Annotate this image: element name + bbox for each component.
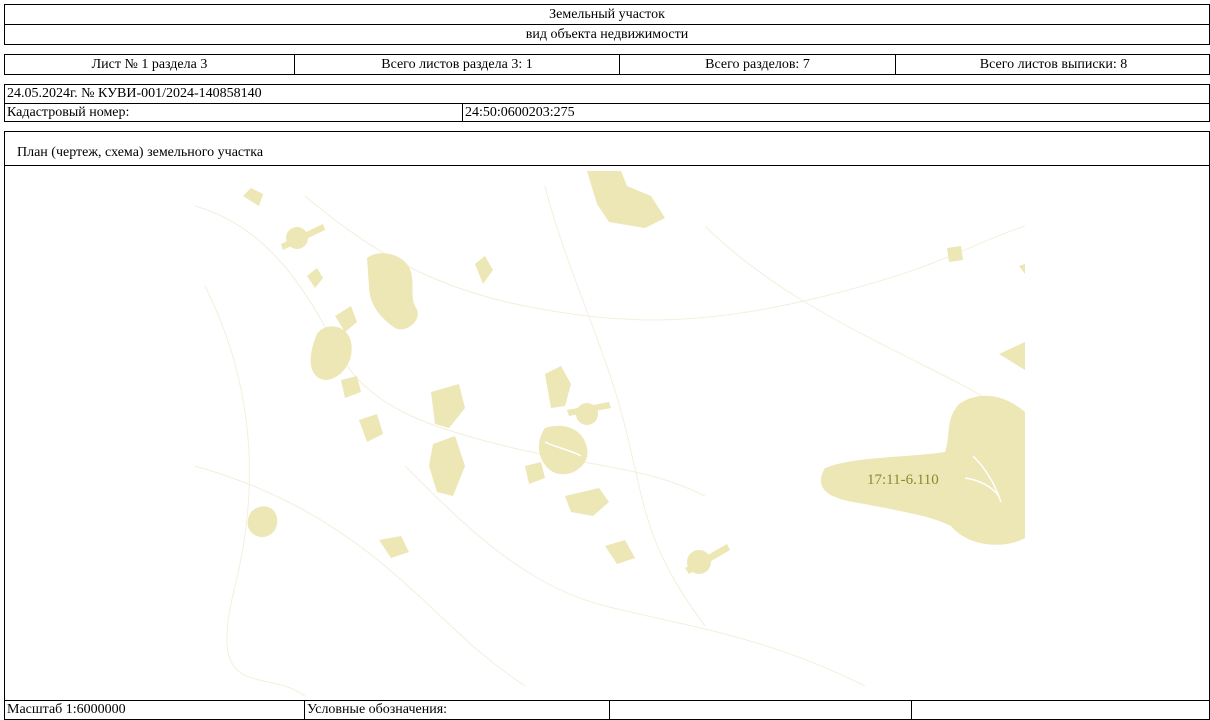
legend-cell-empty-2 <box>912 701 1210 719</box>
thin-lines <box>194 185 1026 697</box>
section-sheets-cell: Всего листов раздела 3: 1 <box>295 55 620 74</box>
plan-title: План (чертеж, схема) земельного участка <box>17 145 264 160</box>
map-drawing: 17:11-6.110 <box>194 171 1026 697</box>
cadastral-label: Кадастровый номер: <box>7 104 130 120</box>
scale-cell: Масштаб 1:6000000 <box>5 701 305 719</box>
date-number-row: 24.05.2024г. № КУВИ-001/2024-140858140 <box>4 84 1210 103</box>
extract-page: Земельный участок вид объекта недвижимос… <box>0 0 1210 720</box>
map-zone-label: 17:11-6.110 <box>867 472 939 488</box>
object-title-row: Земельный участок <box>4 4 1210 25</box>
cadastral-number: 24:50:0600203:275 <box>465 104 575 120</box>
sheet-number: Лист № 1 раздела 3 <box>91 56 208 72</box>
scale: Масштаб 1:6000000 <box>7 702 126 717</box>
legend-label: Условные обозначения: <box>307 702 448 717</box>
land-areas <box>243 171 1025 574</box>
object-type: вид объекта недвижимости <box>525 26 689 42</box>
cadastral-label-cell: Кадастровый номер: <box>5 104 463 121</box>
sheet-info-row: Лист № 1 раздела 3 Всего листов раздела … <box>4 54 1210 75</box>
legend-label-cell: Условные обозначения: <box>305 701 610 719</box>
extract-sheets-cell: Всего листов выписки: 8 <box>896 55 1210 74</box>
date-number: 24.05.2024г. № КУВИ-001/2024-140858140 <box>7 86 262 101</box>
section-sheets-count: Всего листов раздела 3: 1 <box>381 56 533 72</box>
plan-section: План (чертеж, схема) земельного участка <box>4 131 1210 701</box>
sections-count: Всего разделов: 7 <box>705 56 810 72</box>
object-type-row: вид объекта недвижимости <box>4 25 1210 45</box>
object-title: Земельный участок <box>549 6 665 22</box>
footer-row: Масштаб 1:6000000 Условные обозначения: <box>4 701 1210 720</box>
plan-map: 17:11-6.110 <box>5 165 1209 700</box>
extract-sheets-count: Всего листов выписки: 8 <box>979 56 1128 72</box>
cadastral-number-cell: 24:50:0600203:275 <box>463 104 1210 121</box>
sheet-number-cell: Лист № 1 раздела 3 <box>5 55 295 74</box>
sections-cell: Всего разделов: 7 <box>620 55 896 74</box>
cadastral-row: Кадастровый номер: 24:50:0600203:275 <box>4 103 1210 122</box>
legend-cell-empty-1 <box>610 701 912 719</box>
